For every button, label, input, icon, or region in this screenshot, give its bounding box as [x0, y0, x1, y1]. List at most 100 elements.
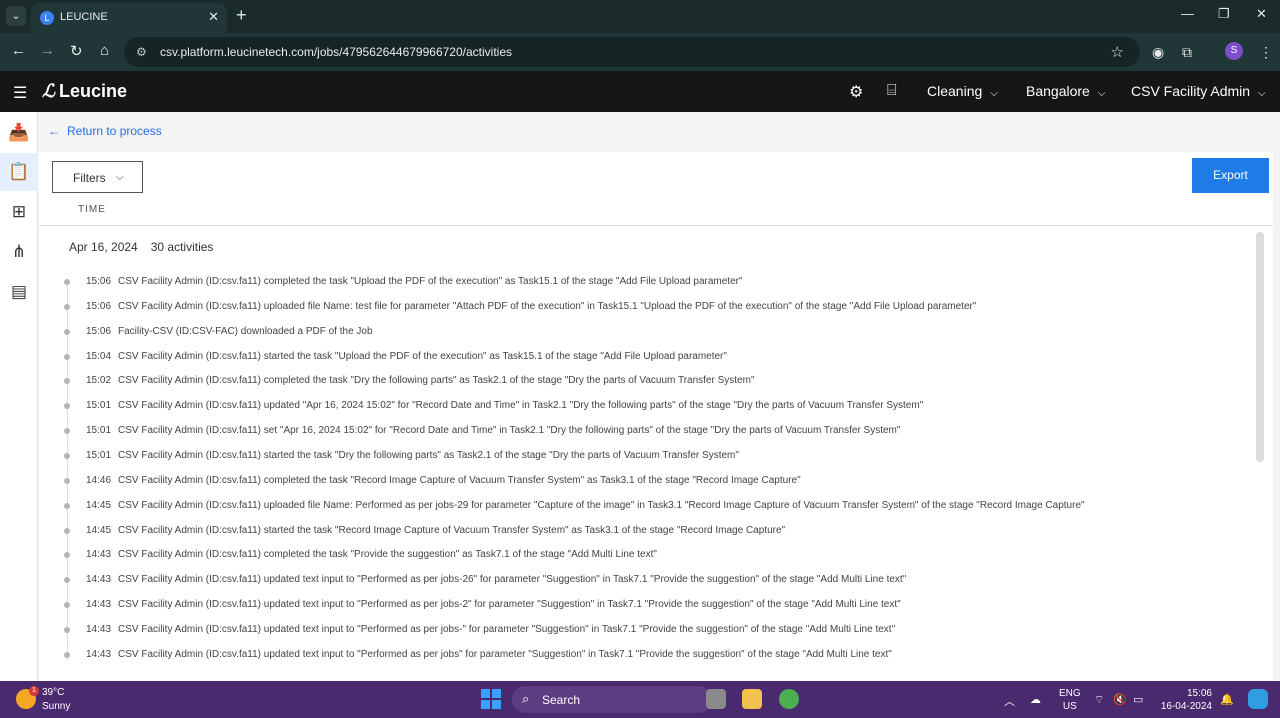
notification-badge: 1	[29, 686, 39, 696]
scan-icon[interactable]: ⌸	[887, 82, 897, 100]
main-content: ← Return to process Filters ⌵ Export TIME…	[39, 112, 1280, 681]
leucine-logo-icon: ℒ	[42, 81, 55, 101]
task-view-icon[interactable]	[706, 689, 726, 709]
lang-top: ENG	[1059, 688, 1081, 699]
filters-label: Filters	[73, 171, 106, 185]
timeline-dot	[64, 328, 70, 335]
language-indicator[interactable]: ENG US	[1059, 687, 1081, 713]
return-to-process-link[interactable]: ← Return to process	[48, 124, 162, 138]
app-logo[interactable]: ℒ Leucine	[42, 81, 127, 102]
activity-time: 14:43	[86, 623, 112, 635]
facility-label: Bangalore	[1026, 83, 1090, 99]
activity-time: 14:43	[86, 648, 112, 660]
clock-date: 16-04-2024	[1160, 701, 1212, 712]
app-header: ☰ ℒ Leucine ⚙ ⌸ Cleaning ⌵ Bangalore ⌵ CSV …	[0, 71, 1280, 112]
reload-icon[interactable]: ↻	[70, 42, 83, 60]
taskbar-search[interactable]: ⌕ Search	[512, 686, 712, 713]
profile-avatar[interactable]: S	[1225, 42, 1243, 60]
weather-condition[interactable]: Sunny	[42, 701, 70, 712]
search-label: Search	[542, 693, 581, 707]
window-close-icon[interactable]: ✕	[1256, 6, 1267, 22]
timeline-dot	[64, 452, 70, 459]
camera-icon[interactable]: ◉	[1152, 44, 1164, 61]
new-tab-plus-icon[interactable]: +	[236, 5, 247, 26]
activity-text: CSV Facility Admin (ID:csv.fa11) started…	[118, 524, 786, 536]
timeline-dot	[64, 403, 70, 410]
activity-time: 14:43	[86, 599, 112, 611]
tab-title: LEUCINE	[60, 11, 108, 23]
chevron-up-icon[interactable]: ︿	[1004, 693, 1015, 709]
scrollbar[interactable]	[1256, 232, 1264, 462]
hamburger-menu-icon[interactable]: ☰	[13, 83, 27, 103]
app-name: Leucine	[58, 81, 127, 101]
activity-time: 15:01	[86, 449, 112, 461]
facility-dropdown[interactable]: Bangalore ⌵	[1026, 83, 1105, 99]
filters-button[interactable]: Filters ⌵	[52, 161, 143, 193]
group-date: Apr 16, 2024	[69, 240, 138, 254]
activity-time: 15:06	[86, 276, 112, 287]
user-role-label: CSV Facility Admin	[1131, 83, 1251, 99]
user-dropdown[interactable]: CSV Facility Admin ⌵	[1131, 83, 1266, 99]
battery-icon[interactable]: ▭	[1133, 693, 1143, 706]
timeline-dot	[64, 602, 70, 609]
sitemap-icon[interactable]: ⋔	[0, 233, 38, 271]
chevron-down-icon: ⌵	[1097, 88, 1106, 99]
browser-tab-strip: ⌄ L LEUCINE ✕ + — ❐ ✕	[0, 0, 1280, 33]
copilot-icon[interactable]	[1248, 689, 1268, 709]
report-icon[interactable]: ▤	[0, 273, 38, 311]
use-case-dropdown[interactable]: Cleaning ⌵	[927, 83, 998, 99]
notification-bell-icon[interactable]: 🔔	[1220, 693, 1234, 706]
forward-arrow-icon[interactable]: →	[40, 42, 55, 59]
activity-time: 15:06	[86, 300, 112, 312]
activity-time: 15:01	[86, 425, 112, 437]
activity-text: CSV Facility Admin (ID:csv.fa11) uploade…	[118, 300, 977, 312]
back-arrow-icon[interactable]: ←	[11, 42, 26, 59]
activity-text: CSV Facility Admin (ID:csv.fa11) updated…	[118, 400, 924, 412]
side-nav: 📥 📋 ⊞ ⋔ ▤	[0, 112, 38, 681]
timeline-dot	[64, 279, 70, 285]
timeline-dot	[64, 626, 70, 633]
settings-gear-icon[interactable]: ⚙	[849, 82, 863, 102]
search-icon: ⌕	[522, 691, 530, 706]
file-explorer-icon[interactable]	[742, 689, 762, 709]
activity-text: CSV Facility Admin (ID:csv.fa11) updated…	[118, 574, 907, 586]
wifi-icon[interactable]: ⌔	[1094, 693, 1104, 707]
system-clock[interactable]: 15:06 16-04-2024	[1160, 687, 1212, 713]
chevron-down-icon: ⌵	[116, 172, 124, 183]
url-text: csv.platform.leucinetech.com/jobs/479562…	[160, 45, 512, 59]
use-case-label: Cleaning	[927, 83, 983, 99]
site-info-icon[interactable]: ⚙	[136, 45, 147, 59]
home-icon[interactable]: ⌂	[100, 42, 109, 59]
clipboard-icon[interactable]: 📋	[0, 153, 38, 191]
timeline-dot	[64, 378, 70, 385]
cloud-icon[interactable]: ☁	[1030, 693, 1041, 706]
time-column-header: TIME	[78, 204, 106, 215]
back-label: Return to process	[67, 124, 162, 138]
minimize-icon[interactable]: —	[1181, 6, 1194, 21]
windows-start-icon[interactable]	[481, 689, 501, 709]
speaker-muted-icon[interactable]: 🔇	[1113, 693, 1127, 706]
hierarchy-icon[interactable]: ⊞	[0, 193, 38, 231]
chevron-down-icon[interactable]: ⌄	[6, 6, 26, 26]
activity-text: CSV Facility Admin (ID:csv.fa11) updated…	[118, 599, 901, 611]
chrome-icon[interactable]	[779, 689, 799, 709]
browser-tab[interactable]: L LEUCINE ✕	[31, 3, 227, 33]
timeline-dot	[64, 353, 70, 360]
extensions-icon[interactable]: ⧉	[1182, 44, 1192, 61]
activity-text: CSV Facility Admin (ID:csv.fa11) updated…	[118, 648, 892, 660]
weather-temperature[interactable]: 39°C	[42, 687, 64, 698]
activity-text: CSV Facility Admin (ID:csv.fa11) updated…	[118, 623, 896, 635]
activity-text: CSV Facility Admin (ID:csv.fa11) uploade…	[118, 499, 1085, 511]
activity-count: 30 activities	[150, 240, 214, 254]
close-icon[interactable]: ✕	[208, 9, 219, 25]
more-menu-icon[interactable]: ⋮	[1259, 44, 1273, 61]
address-bar[interactable]: ⚙ csv.platform.leucinetech.com/jobs/4795…	[124, 37, 1140, 67]
lang-bottom: US	[1062, 701, 1077, 712]
bookmark-star-icon[interactable]: ☆	[1111, 43, 1124, 61]
activity-text: Facility-CSV (ID:CSV-FAC) downloaded a P…	[118, 325, 373, 337]
export-button[interactable]: Export	[1192, 158, 1269, 193]
restore-icon[interactable]: ❐	[1218, 6, 1230, 22]
activity-time: 14:45	[86, 524, 112, 536]
leucine-favicon-icon: L	[40, 11, 54, 25]
inbox-icon[interactable]: 📥	[0, 114, 38, 152]
